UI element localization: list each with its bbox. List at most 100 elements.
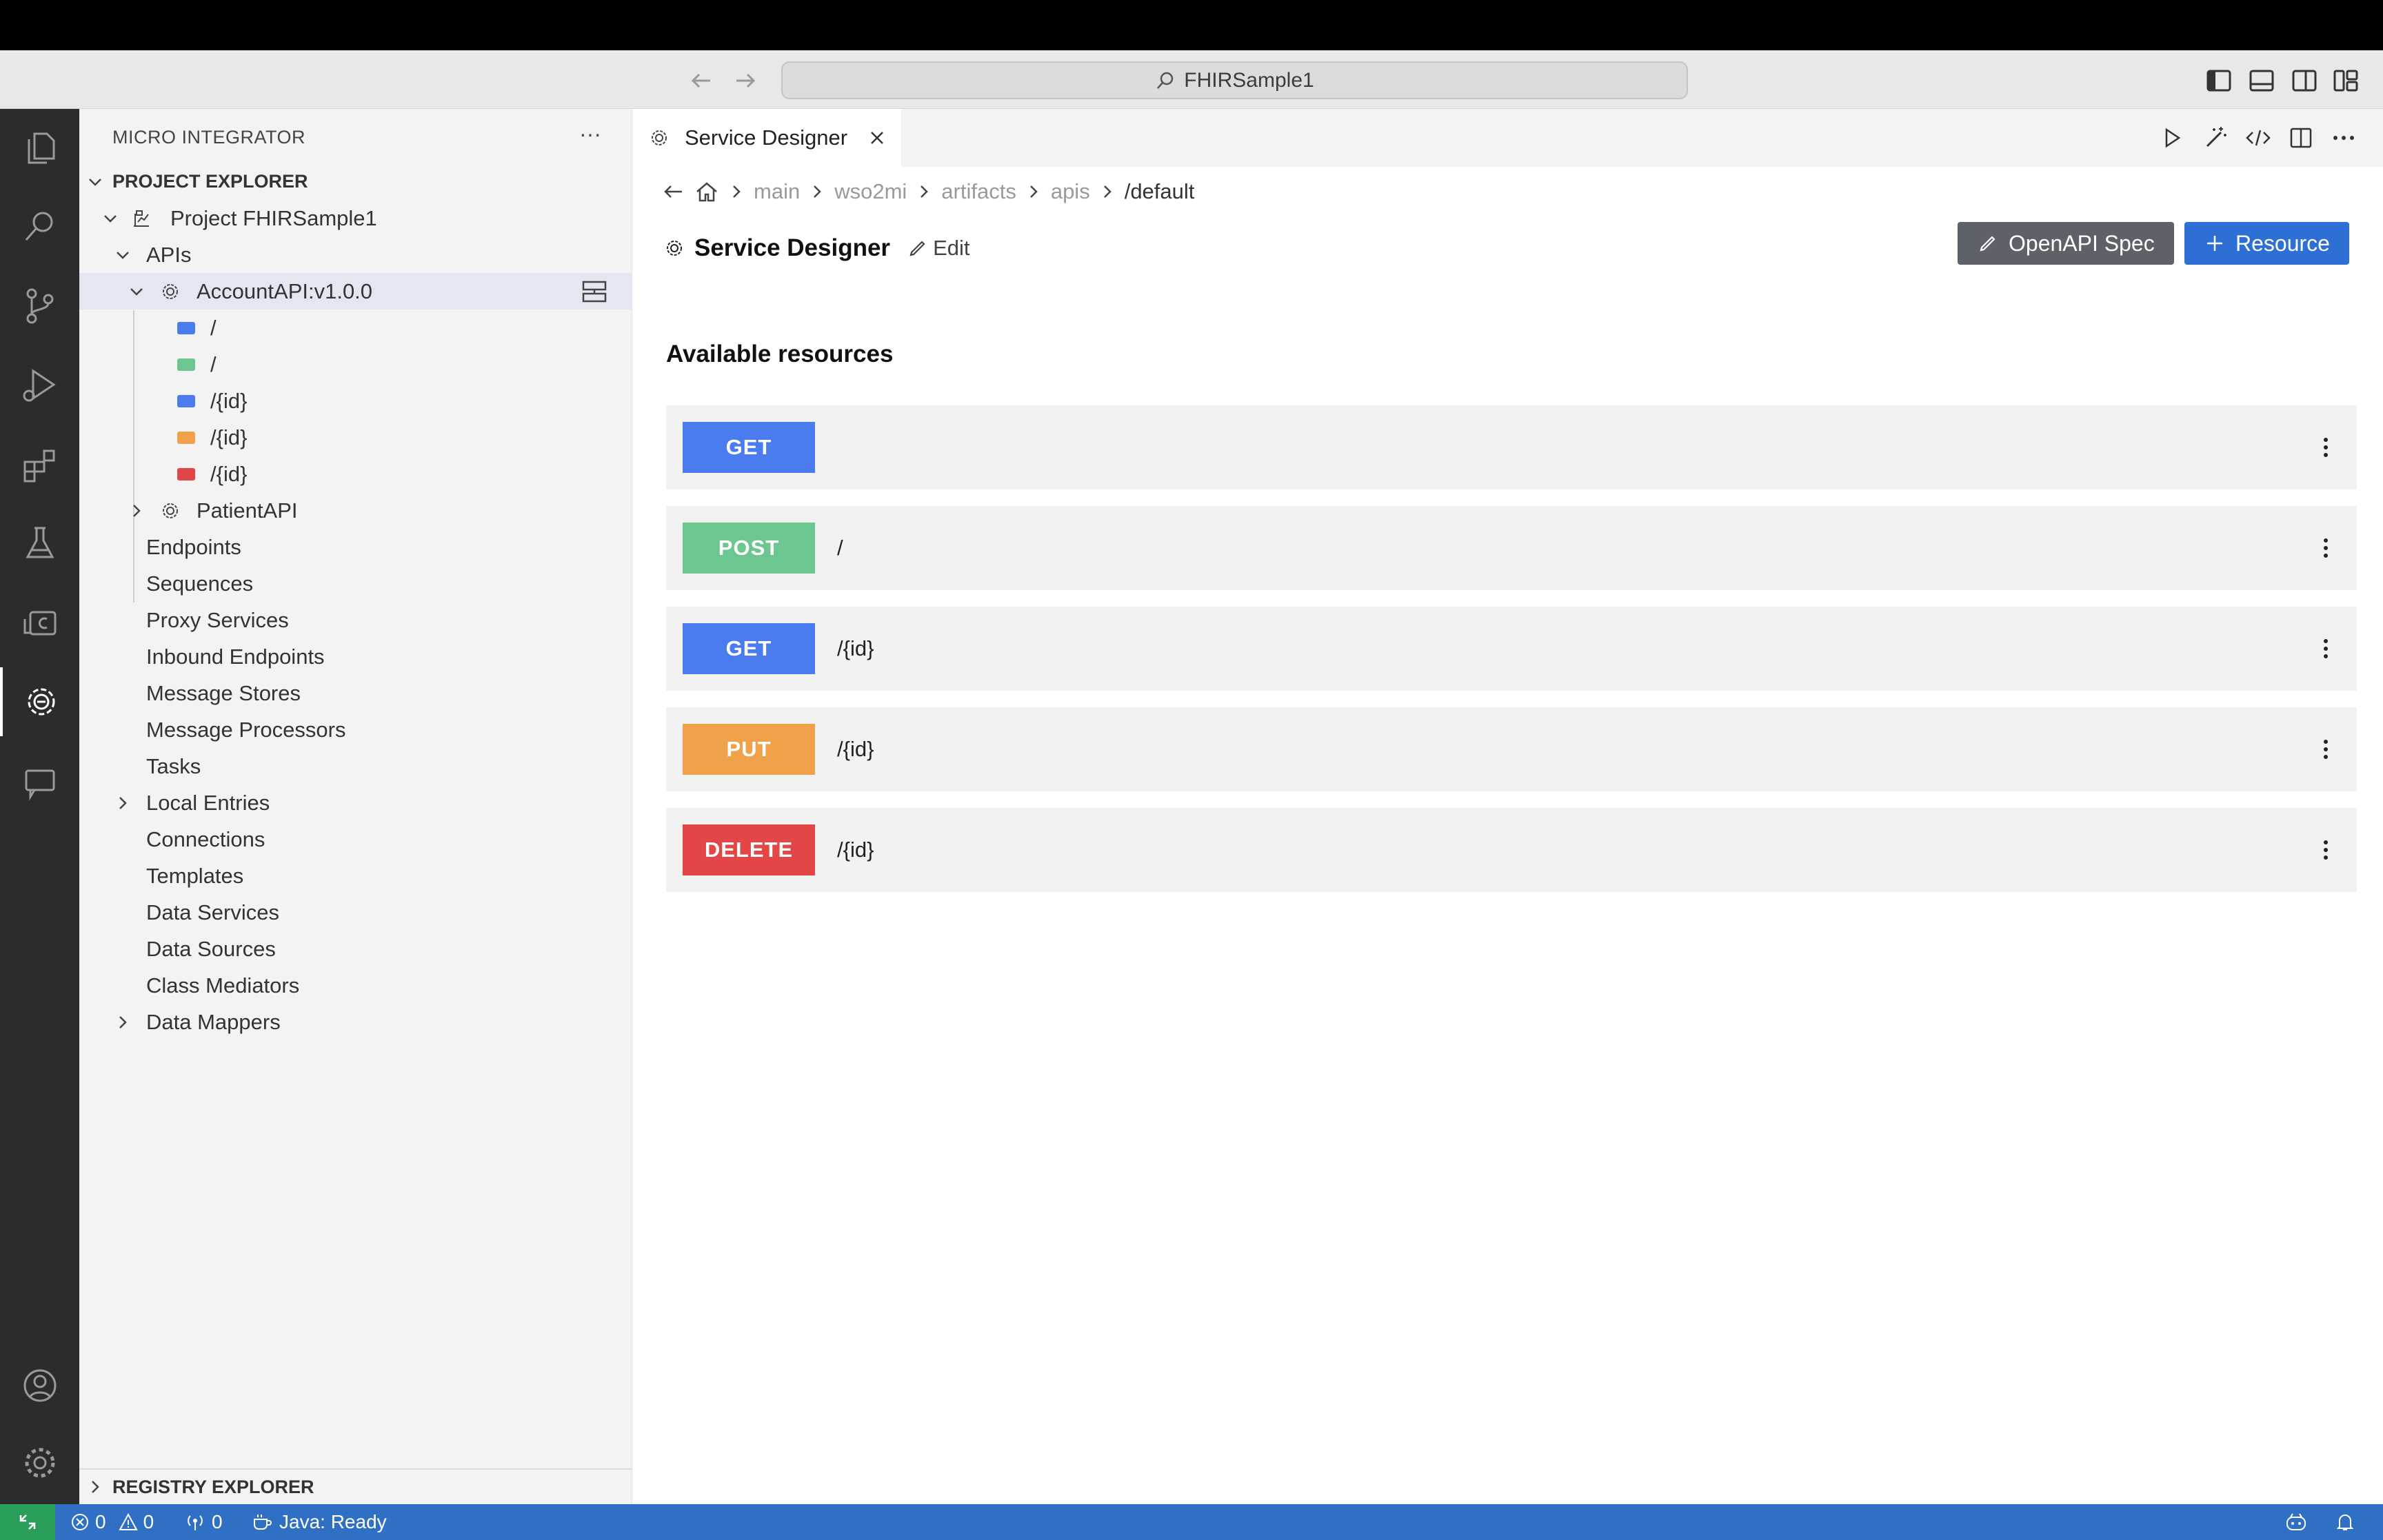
run-debug-icon[interactable] xyxy=(0,350,79,419)
search-icon[interactable] xyxy=(0,192,79,261)
patient-api-label: PatientAPI xyxy=(197,498,298,523)
tree-item-sequences[interactable]: Sequences xyxy=(79,565,632,602)
resource-path: /{id} xyxy=(837,737,874,761)
tree-item-message-processors[interactable]: Message Processors xyxy=(79,711,632,748)
section-title: Available resources xyxy=(666,341,894,367)
kebab-menu-icon[interactable] xyxy=(2309,732,2343,767)
chat-icon[interactable] xyxy=(0,747,79,816)
tree-label: Inbound Endpoints xyxy=(146,644,325,669)
tab-service-designer[interactable]: Service Designer xyxy=(632,109,901,167)
breadcrumb-item[interactable]: main xyxy=(754,179,800,204)
plus-icon xyxy=(2204,232,2226,254)
split-editor-icon[interactable] xyxy=(2287,124,2315,152)
registry-explorer-header[interactable]: REGISTRY EXPLORER xyxy=(79,1470,632,1504)
tree-item-data-mappers[interactable]: Data Mappers xyxy=(79,1004,632,1040)
ports-indicator[interactable]: 0 xyxy=(184,1504,223,1540)
micro-integrator-icon[interactable] xyxy=(0,667,79,736)
testing-icon[interactable] xyxy=(0,509,79,578)
settings-gear-icon[interactable] xyxy=(0,1428,79,1497)
back-arrow-icon[interactable] xyxy=(688,68,716,93)
tree-item-resource[interactable]: /{id} xyxy=(79,456,632,492)
tree-item-class-mediators[interactable]: Class Mediators xyxy=(79,967,632,1004)
toggle-primary-sidebar-icon[interactable] xyxy=(2204,65,2234,96)
tree-item-data-services[interactable]: Data Services xyxy=(79,894,632,931)
resource-path: / xyxy=(210,315,217,340)
add-resource-button[interactable]: Resource xyxy=(2184,222,2349,265)
breadcrumb-item[interactable]: artifacts xyxy=(941,179,1016,204)
breadcrumb-item[interactable]: wso2mi xyxy=(834,179,907,204)
explorer-icon[interactable] xyxy=(0,113,79,182)
problems-indicator[interactable]: 0 0 xyxy=(70,1504,154,1540)
tree-item-inbound-endpoints[interactable]: Inbound Endpoints xyxy=(79,638,632,675)
top-black-bar xyxy=(0,0,2383,50)
breadcrumb-current: /default xyxy=(1124,179,1195,203)
error-icon xyxy=(70,1512,90,1532)
sidebar-more-icon[interactable]: ··· xyxy=(579,121,601,147)
tree-item-resource[interactable]: / xyxy=(79,310,632,346)
api-gear-icon xyxy=(664,238,685,259)
tree-item-connections[interactable]: Connections xyxy=(79,821,632,858)
tree-label: Templates xyxy=(146,863,244,888)
toggle-secondary-sidebar-icon[interactable] xyxy=(2289,65,2320,96)
tree-item-proxy-services[interactable]: Proxy Services xyxy=(79,602,632,638)
resource-row[interactable]: DELETE /{id} xyxy=(666,808,2357,892)
chevron-right-icon xyxy=(1025,183,1043,201)
resource-row[interactable]: POST / xyxy=(666,506,2357,590)
kebab-menu-icon[interactable] xyxy=(2309,833,2343,867)
edit-button[interactable]: Edit xyxy=(907,236,969,261)
openapi-spec-button[interactable]: OpenAPI Spec xyxy=(1958,222,2174,265)
project-explorer-label: PROJECT EXPLORER xyxy=(112,171,308,192)
chevron-right-icon xyxy=(727,183,745,201)
tree-item-templates[interactable]: Templates xyxy=(79,858,632,894)
kebab-menu-icon[interactable] xyxy=(2309,531,2343,565)
back-arrow-icon[interactable] xyxy=(661,181,686,203)
toggle-panel-icon[interactable] xyxy=(2246,65,2277,96)
kebab-menu-icon[interactable] xyxy=(2309,430,2343,465)
connector-icon[interactable] xyxy=(0,589,79,658)
kebab-menu-icon[interactable] xyxy=(2309,631,2343,666)
tree-item-data-sources[interactable]: Data Sources xyxy=(79,931,632,967)
tree-item-endpoints[interactable]: Endpoints xyxy=(79,529,632,565)
resource-row[interactable]: PUT /{id} xyxy=(666,707,2357,791)
source-control-icon[interactable] xyxy=(0,272,79,341)
method-badge-get: GET xyxy=(683,623,815,674)
tree-item-account-api[interactable]: AccountAPI:v1.0.0 xyxy=(79,273,632,310)
activity-bar xyxy=(0,109,79,1504)
resource-row[interactable]: GET xyxy=(666,405,2357,489)
magic-wand-icon[interactable] xyxy=(2202,124,2229,152)
open-designer-icon[interactable] xyxy=(581,280,608,303)
run-icon[interactable] xyxy=(2158,124,2186,152)
forward-arrow-icon[interactable] xyxy=(731,68,758,93)
java-status-label: Java: Ready xyxy=(279,1511,387,1532)
tree-item-project[interactable]: Project FHIRSample1 xyxy=(79,200,632,236)
resource-path: /{id} xyxy=(210,425,248,449)
tree-item-resource[interactable]: /{id} xyxy=(79,383,632,419)
code-icon[interactable] xyxy=(2244,124,2272,152)
resource-path: /{id} xyxy=(837,636,874,660)
breadcrumb-item[interactable]: apis xyxy=(1051,179,1090,204)
tree-item-tasks[interactable]: Tasks xyxy=(79,748,632,784)
openapi-spec-label: OpenAPI Spec xyxy=(2009,230,2155,256)
copilot-icon[interactable] xyxy=(2284,1504,2309,1540)
extensions-icon[interactable] xyxy=(0,430,79,499)
project-explorer-header[interactable]: PROJECT EXPLORER xyxy=(79,163,632,200)
resource-path: / xyxy=(837,536,843,560)
tree-item-local-entries[interactable]: Local Entries xyxy=(79,784,632,821)
tree-item-patient-api[interactable]: PatientAPI xyxy=(79,492,632,529)
notifications-bell-icon[interactable] xyxy=(2335,1504,2355,1540)
tree-item-resource[interactable]: /{id} xyxy=(79,419,632,456)
resource-row[interactable]: GET /{id} xyxy=(666,607,2357,691)
tree-item-apis[interactable]: APIs xyxy=(79,236,632,273)
home-icon[interactable] xyxy=(694,180,719,203)
tree-item-message-stores[interactable]: Message Stores xyxy=(79,675,632,711)
warning-icon xyxy=(118,1512,138,1532)
remote-indicator-icon[interactable] xyxy=(0,1504,55,1540)
account-icon[interactable] xyxy=(0,1351,79,1420)
title-bar: FHIRSample1 xyxy=(0,50,2383,109)
java-status[interactable]: Java: Ready xyxy=(252,1504,387,1540)
customize-layout-icon[interactable] xyxy=(2331,65,2361,96)
command-center-search[interactable]: FHIRSample1 xyxy=(781,61,1688,99)
more-actions-icon[interactable] xyxy=(2330,124,2357,152)
tree-item-resource[interactable]: / xyxy=(79,346,632,383)
close-icon[interactable] xyxy=(867,128,887,148)
